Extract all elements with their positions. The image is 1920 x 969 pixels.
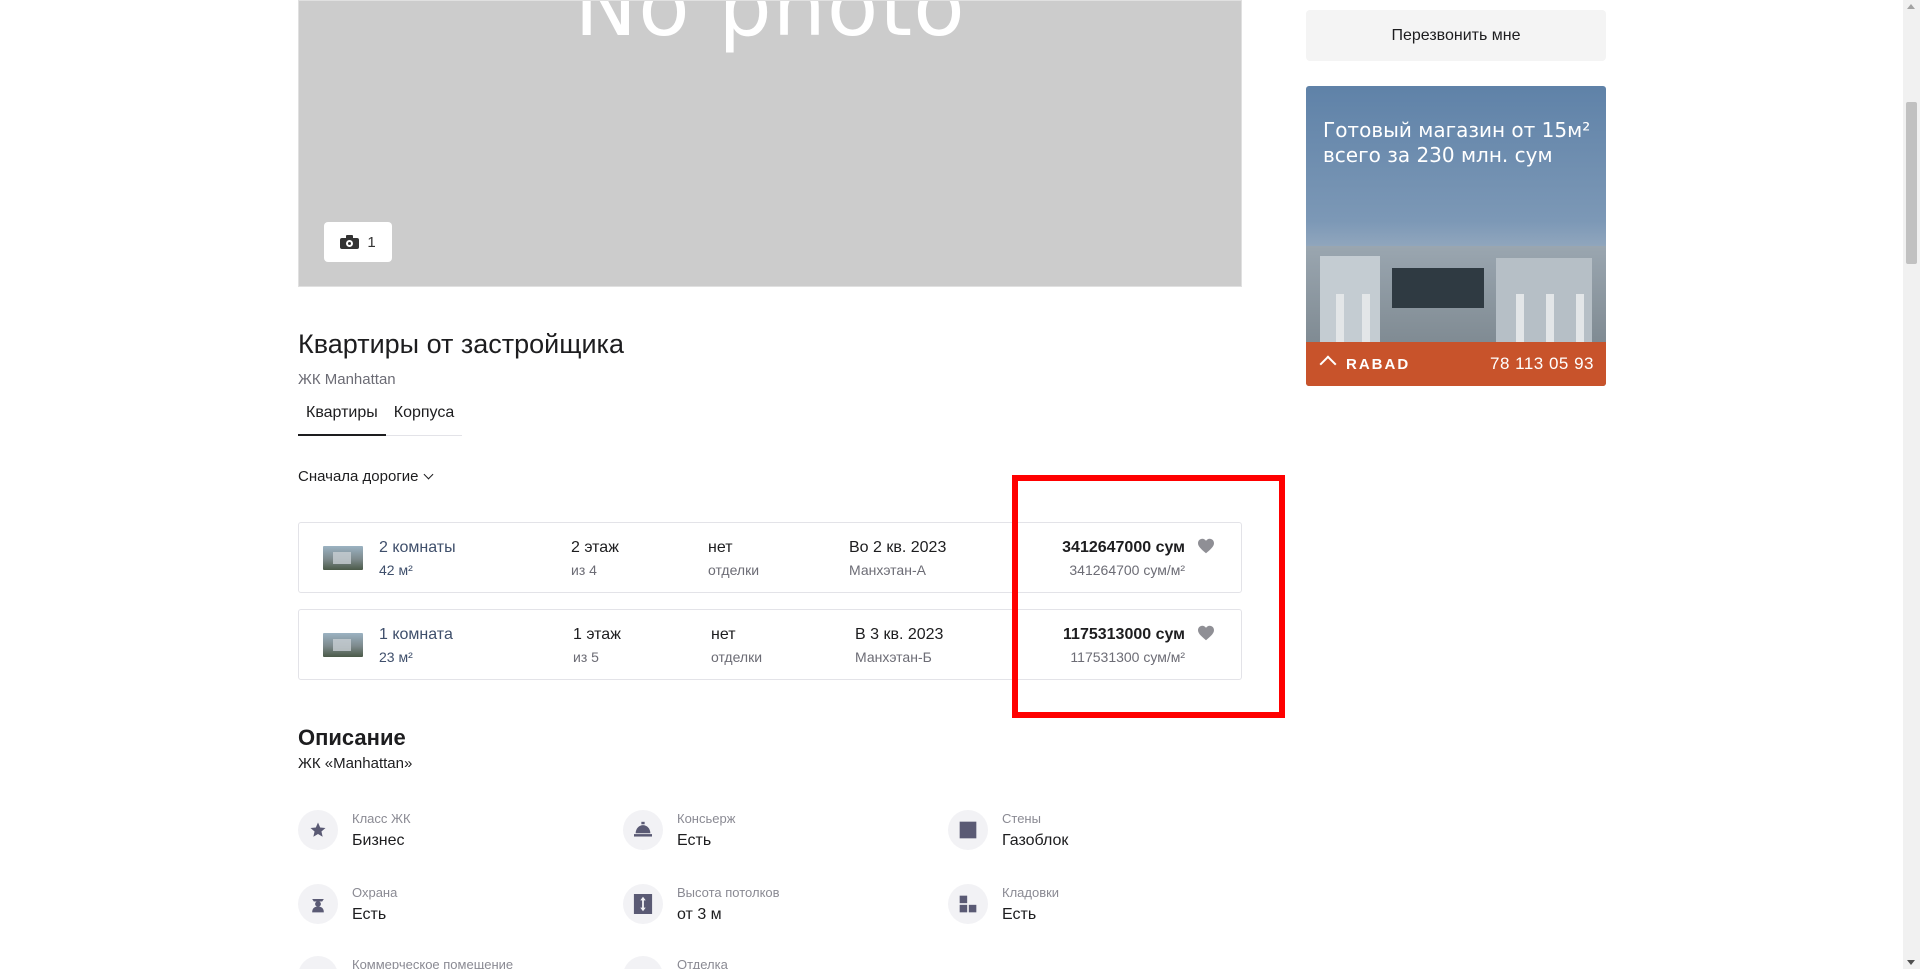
photo-count: 1 (367, 233, 376, 251)
listing-building: Манхэтан-А (849, 562, 926, 578)
ad-brand: RABAD (1346, 355, 1411, 373)
feature-label: Кладовки (1002, 885, 1060, 900)
listing-area: 23 м² (379, 649, 413, 665)
concierge-icon (634, 821, 652, 837)
feature-security: Охрана Есть (298, 884, 397, 926)
wall-icon (959, 821, 977, 839)
scroll-up-icon[interactable] (1907, 4, 1915, 9)
feature-label: Высота потолков (677, 885, 780, 900)
listing-row[interactable]: 2 комнаты 42 м² 2 этаж из 4 нет отделки … (298, 522, 1242, 593)
photo-count-button[interactable]: 1 (324, 222, 392, 262)
sort-label: Сначала дорогие (298, 468, 419, 485)
ad-banner[interactable]: Готовый магазин от 15м² всего за 230 млн… (1306, 86, 1606, 386)
listing-completion: В 3 кв. 2023 (855, 626, 944, 643)
section-title: Квартиры от застройщика (298, 329, 624, 359)
listing-price-per-m2: 341264700 сум/м² (1069, 562, 1185, 578)
rabad-logo-icon (1319, 355, 1338, 373)
listing-building: Манхэтан-Б (855, 649, 932, 665)
callback-button[interactable]: Перезвонить мне (1306, 10, 1606, 61)
no-photo-text: No photo (574, 0, 966, 55)
listing-photo[interactable]: No photo 1 (298, 0, 1242, 287)
listing-completion: Во 2 кв. 2023 (849, 539, 947, 556)
feature-walls: Стены Газоблок (948, 810, 1068, 852)
listing-thumbnail (323, 633, 363, 657)
listing-finish: нет (708, 539, 733, 556)
heart-icon[interactable] (1197, 625, 1215, 641)
sort-dropdown[interactable]: Сначала дорогие (298, 468, 433, 485)
tabs: Квартиры Корпуса (298, 400, 463, 436)
listing-finish-sub: отделки (711, 649, 763, 665)
feature-value: Газоблок (1002, 832, 1069, 849)
feature-class: Класс ЖК Бизнес (298, 810, 411, 852)
listing-floor: 2 этаж (571, 539, 619, 556)
heart-icon[interactable] (1197, 538, 1215, 554)
listing-finish: нет (711, 626, 736, 643)
ad-headline: Готовый магазин от 15м² всего за 230 млн… (1323, 118, 1591, 167)
feature-value: Есть (1002, 906, 1037, 923)
tab-apartments[interactable]: Квартиры (298, 400, 386, 436)
feature-value: от 3 м (677, 906, 722, 923)
listing-floor-of: из 4 (571, 562, 597, 578)
feature-label: Отделка (677, 957, 728, 969)
page-scrollbar[interactable] (1903, 0, 1920, 969)
description-title: Описание (298, 725, 406, 750)
storage-icon (959, 895, 977, 913)
ad-phone: 78 113 05 93 (1490, 354, 1594, 373)
listing-price: 3412647000 сум (1062, 539, 1185, 556)
listing-rooms: 2 комнаты (379, 539, 456, 556)
feature-storage: Кладовки Есть (948, 884, 1059, 926)
ceiling-height-icon (633, 894, 653, 914)
feature-label: Коммерческое помещение (352, 957, 514, 969)
listing-rooms: 1 комната (379, 626, 453, 643)
listing-price: 1175313000 сум (1063, 626, 1185, 643)
listing-finish-sub: отделки (708, 562, 760, 578)
feature-value: Есть (352, 906, 387, 923)
scroll-down-icon[interactable] (1907, 960, 1915, 965)
chevron-down-icon (423, 469, 433, 480)
feature-label: Класс ЖК (352, 811, 411, 826)
listing-floor-of: из 5 (573, 649, 599, 665)
listing-floor: 1 этаж (573, 626, 621, 643)
feature-concierge: Консьерж Есть (623, 810, 735, 852)
listing-row[interactable]: 1 комната 23 м² 1 этаж из 5 нет отделки … (298, 609, 1242, 680)
listing-area: 42 м² (379, 562, 413, 578)
guard-icon (312, 899, 324, 913)
feature-ceiling-height: Высота потолков от 3 м (623, 884, 780, 926)
section-subtitle: ЖК Manhattan (298, 371, 396, 388)
tab-buildings[interactable]: Корпуса (386, 400, 463, 435)
highlight-box (1012, 475, 1285, 718)
feature-label: Консьерж (677, 811, 736, 826)
feature-label: Стены (1002, 811, 1041, 826)
ad-footer-bar: RABAD 78 113 05 93 (1306, 342, 1606, 386)
star-icon (310, 822, 326, 837)
ad-building-image (1306, 246, 1606, 342)
scrollbar-thumb[interactable] (1906, 102, 1917, 264)
listing-price-per-m2: 117531300 сум/м² (1070, 649, 1185, 665)
feature-value: Бизнес (352, 832, 405, 849)
camera-icon (340, 235, 360, 249)
feature-commercial: Коммерческое помещение (298, 956, 513, 969)
feature-finish: Отделка (623, 956, 728, 969)
description-subtitle: ЖК «Manhattan» (298, 755, 413, 772)
feature-value: Есть (677, 832, 712, 849)
listing-thumbnail (323, 546, 363, 570)
feature-label: Охрана (352, 885, 398, 900)
